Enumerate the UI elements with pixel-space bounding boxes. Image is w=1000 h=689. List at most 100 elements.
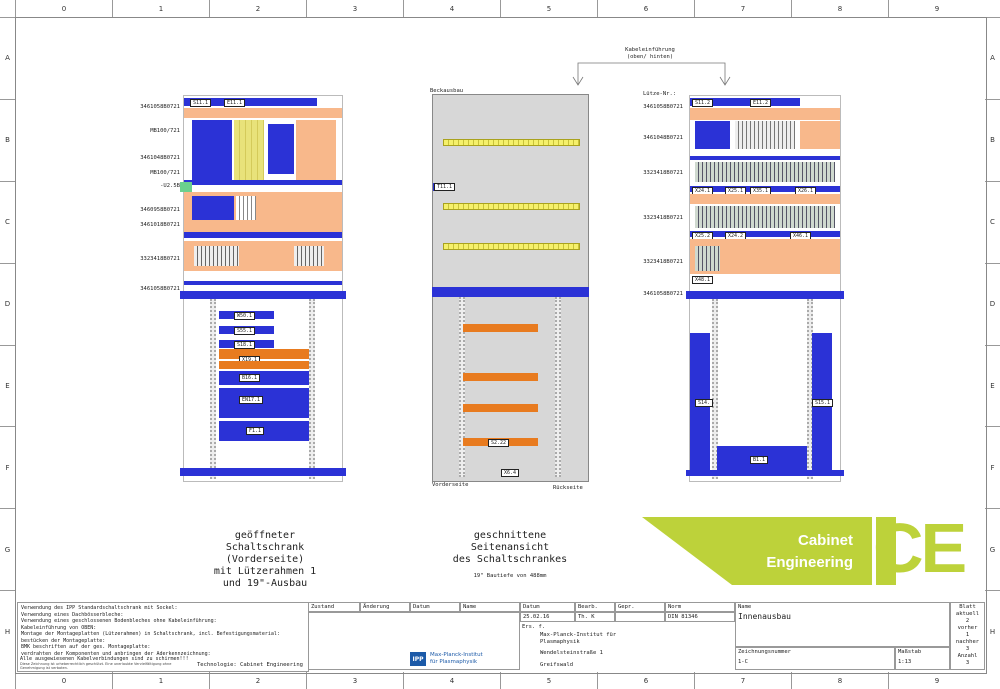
tb-sheet-box: Blatt aktuell 2 vorher 1 nachher 3 Anzah… (950, 602, 985, 670)
ruler-row: A (0, 17, 15, 99)
bottom-ruler: 0 1 2 3 4 5 6 7 8 9 (15, 672, 985, 689)
front-label-8: 3323418B0721 (140, 256, 180, 262)
lutz-label-6: 3461058B0721 (643, 291, 683, 297)
tag-x6-4: X6.4 (501, 469, 520, 477)
ruler-col: 3 (306, 672, 403, 689)
front-label-7: 3461018B0721 (140, 222, 180, 228)
ruler-row: G (985, 508, 1000, 590)
tb-sheet-line: nachher (955, 639, 980, 645)
tb-sheet-label: Blatt (959, 604, 976, 610)
module-block-1 (192, 196, 234, 220)
tb-drawing-number-label: Zeichnungsnummer (738, 649, 791, 655)
side-caption-line: geschnittene (473, 530, 547, 541)
tag-s14: S14. (695, 399, 714, 407)
tag-en17-1: EN17.1 (239, 396, 264, 404)
rail-lower (184, 281, 342, 285)
tb-norm: DIN 81346 (665, 612, 735, 622)
ruler-row: B (985, 98, 1000, 181)
tag-s11-1: S11.1 (190, 99, 212, 107)
front-cabinet: S11.1 E11.1 W50.1 S55.1 S18.1 X19.1 B16.… (180, 95, 346, 482)
tag-s11-2: S11.2 (692, 99, 714, 107)
lutz-label-1: 3461058B0721 (643, 104, 683, 110)
ruler-row: B (0, 98, 15, 181)
tb-city: Greifswald (540, 662, 574, 668)
tag-s18-1: S18.1 (234, 341, 256, 349)
front-caption-line: und 19"-Ausbau (222, 578, 308, 589)
ruler-col: 1 (112, 672, 209, 689)
panel-orange-2 (219, 361, 309, 369)
front-label-1: 3461058B0721 (140, 104, 180, 110)
din-rail (184, 180, 342, 185)
tb-zustand: Zustand (308, 602, 360, 612)
tb-gepr (615, 612, 665, 622)
cable-entry-arrows (572, 62, 731, 86)
note-line: Montage der Montageplatten (Lützerahmen)… (21, 631, 280, 637)
tag-w50-1: W50.1 (234, 312, 256, 320)
terminal-row (194, 246, 239, 266)
panel-b16 (219, 371, 309, 385)
lutz-title: Lütze-Nr.: (643, 91, 677, 97)
tag-s55-1: S55.1 (234, 327, 256, 335)
front-label-3: 3461048B0721 (140, 155, 180, 161)
side-caption-line: Seitenansicht (470, 542, 550, 553)
tb-sheet-line: 2 (965, 618, 970, 624)
tag-b16-1: B16.1 (239, 374, 261, 382)
notes-list: Verwendung des IPP Standardschaltschrank… (18, 603, 308, 659)
ruler-row: D (0, 262, 15, 345)
tb-drawing-number: 1-C (738, 659, 748, 665)
ruler-col: 8 (791, 0, 888, 17)
front-label-4: MB100/721 (150, 170, 180, 176)
lutz-terminal-row-1 (695, 162, 835, 182)
terminal-row-2 (294, 246, 324, 266)
cable-duct-right (296, 120, 336, 180)
tb-sheet-line: 3 (965, 660, 970, 666)
lutz-label-4: 3323418B0721 (643, 215, 683, 221)
tb-date-header: Datum (520, 602, 575, 612)
ruler-row: G (0, 508, 15, 590)
tag-s15-1: S15.1 (812, 399, 834, 407)
tb-datum: Datum (410, 602, 460, 612)
ruler-col: 4 (403, 672, 500, 689)
front-caption-line: mit Lützerahmen 1 (213, 566, 317, 577)
tb-scale: 1:13 (898, 659, 912, 665)
relay-block (268, 124, 294, 174)
lutz-base-bar (686, 470, 844, 476)
tb-scale-label: Maßstab (898, 649, 922, 655)
tag-e11-2: E11.2 (750, 99, 772, 107)
tb-norm-header: Norm (665, 602, 735, 612)
tb-gepr-header: Gepr. (615, 602, 665, 612)
lutz-duct-3 (690, 194, 840, 204)
tb-institute-line: Plasmaphysik (540, 639, 580, 645)
ruler-row: H (985, 590, 1000, 672)
side-caption: geschnittene Seitenansicht des Schaltsch… (425, 530, 595, 566)
tag-t11-1: T11.1 (434, 183, 456, 191)
ruler-col: 3 (306, 0, 403, 17)
ruler-row: C (0, 180, 15, 263)
front-label-5: -U2.5B (160, 183, 180, 189)
ruler-row: E (0, 344, 15, 427)
ruler-row: A (985, 17, 1000, 99)
side-back-label: Rückseite (553, 485, 583, 491)
tb-sheet-line: vorher (957, 625, 978, 631)
lutz-duct-2 (800, 121, 840, 149)
ruler-col: 1 (112, 0, 209, 17)
ipp-logo-text: Max-Planck-Institut für Plasmaphysik (430, 652, 483, 666)
front-label-6: 3460958B0721 (140, 207, 180, 213)
lutz-label-2: 3461048B0721 (643, 135, 683, 141)
panel-x19 (219, 349, 309, 359)
lutz-terminal-row-3 (695, 246, 720, 271)
tag-e11-1: E11.1 (224, 99, 246, 107)
rail-yellow-3 (443, 243, 580, 250)
tag-f1-1: F1.1 (246, 427, 265, 435)
logo-mark: CE (873, 509, 967, 587)
ruler-col: 7 (694, 0, 791, 17)
frame-bar (180, 291, 346, 299)
tag-s2-22: S2.22 (488, 439, 510, 447)
ruler-row: C (985, 180, 1000, 263)
side-upright-right (555, 297, 561, 477)
rail-mid (184, 232, 342, 238)
tb-bearb-header: Bearb. (575, 602, 615, 612)
lutz-terminal-row-2 (695, 206, 835, 228)
side-note: 19" Bautiefe von 488mm (473, 573, 547, 579)
front-caption: geöffneter Schaltschrank (Vorderseite) m… (180, 530, 350, 590)
